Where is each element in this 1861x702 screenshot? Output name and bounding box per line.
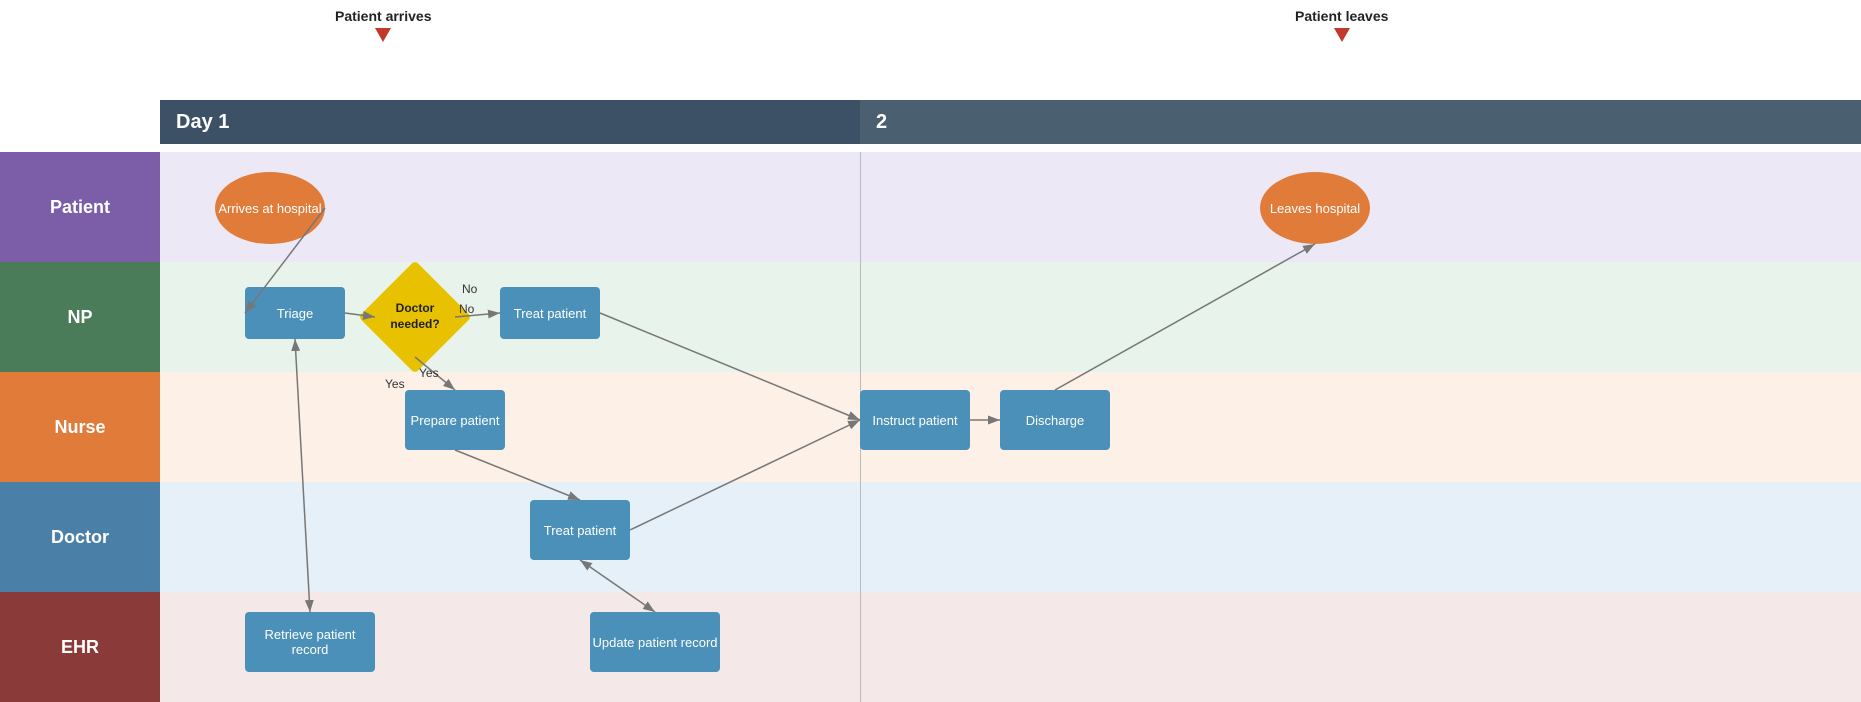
day2-block: 2 — [860, 100, 1861, 144]
timeline-header: Patient arrives Patient leaves — [160, 0, 1861, 100]
label-ehr: EHR — [0, 592, 160, 702]
node-treat-doctor: Treat patient — [530, 500, 630, 560]
content-np: Triage Doctor needed? No Treat patient — [160, 262, 1861, 372]
swimlane-doctor: Doctor Treat patient — [0, 482, 1861, 592]
timeline-bar: Day 1 2 — [160, 100, 1861, 144]
node-doctor-needed-container: Doctor needed? — [375, 277, 455, 357]
swimlanes: No Yes Patient Arrives at hospital Leaves… — [0, 152, 1861, 702]
yes-text: Yes — [385, 377, 405, 391]
node-triage: Triage — [245, 287, 345, 339]
node-treat-np: Treat patient — [500, 287, 600, 339]
patient-leaves-label: Patient leaves — [1295, 8, 1388, 45]
content-doctor: Treat patient — [160, 482, 1861, 592]
swimlane-nurse: Nurse Yes Prepare patient Instruct patie… — [0, 372, 1861, 482]
label-doctor: Doctor — [0, 482, 160, 592]
content-patient: Arrives at hospital Leaves hospital — [160, 152, 1861, 262]
node-leaves: Leaves hospital — [1260, 172, 1370, 244]
node-arrives: Arrives at hospital — [215, 172, 325, 244]
label-patient: Patient — [0, 152, 160, 262]
label-nurse: Nurse — [0, 372, 160, 482]
node-retrieve: Retrieve patient record — [245, 612, 375, 672]
node-update: Update patient record — [590, 612, 720, 672]
label-np: NP — [0, 262, 160, 372]
content-ehr: Retrieve patient record Update patient r… — [160, 592, 1861, 702]
no-text: No — [462, 282, 477, 296]
swimlane-patient: Patient Arrives at hospital Leaves hospi… — [0, 152, 1861, 262]
day1-block: Day 1 — [160, 100, 860, 144]
content-nurse: Yes Prepare patient Instruct patient Dis… — [160, 372, 1861, 482]
swimlane-ehr: EHR Retrieve patient record Update patie… — [0, 592, 1861, 702]
node-discharge: Discharge — [1000, 390, 1110, 450]
node-prepare: Prepare patient — [405, 390, 505, 450]
header-row: Patient arrives Patient leaves — [0, 0, 1861, 100]
swimlane-np: NP Triage Doctor needed? No — [0, 262, 1861, 372]
node-instruct: Instruct patient — [860, 390, 970, 450]
diagram-container: Patient arrives Patient leaves Day 1 2 — [0, 0, 1861, 702]
patient-arrives-label: Patient arrives — [335, 8, 432, 45]
